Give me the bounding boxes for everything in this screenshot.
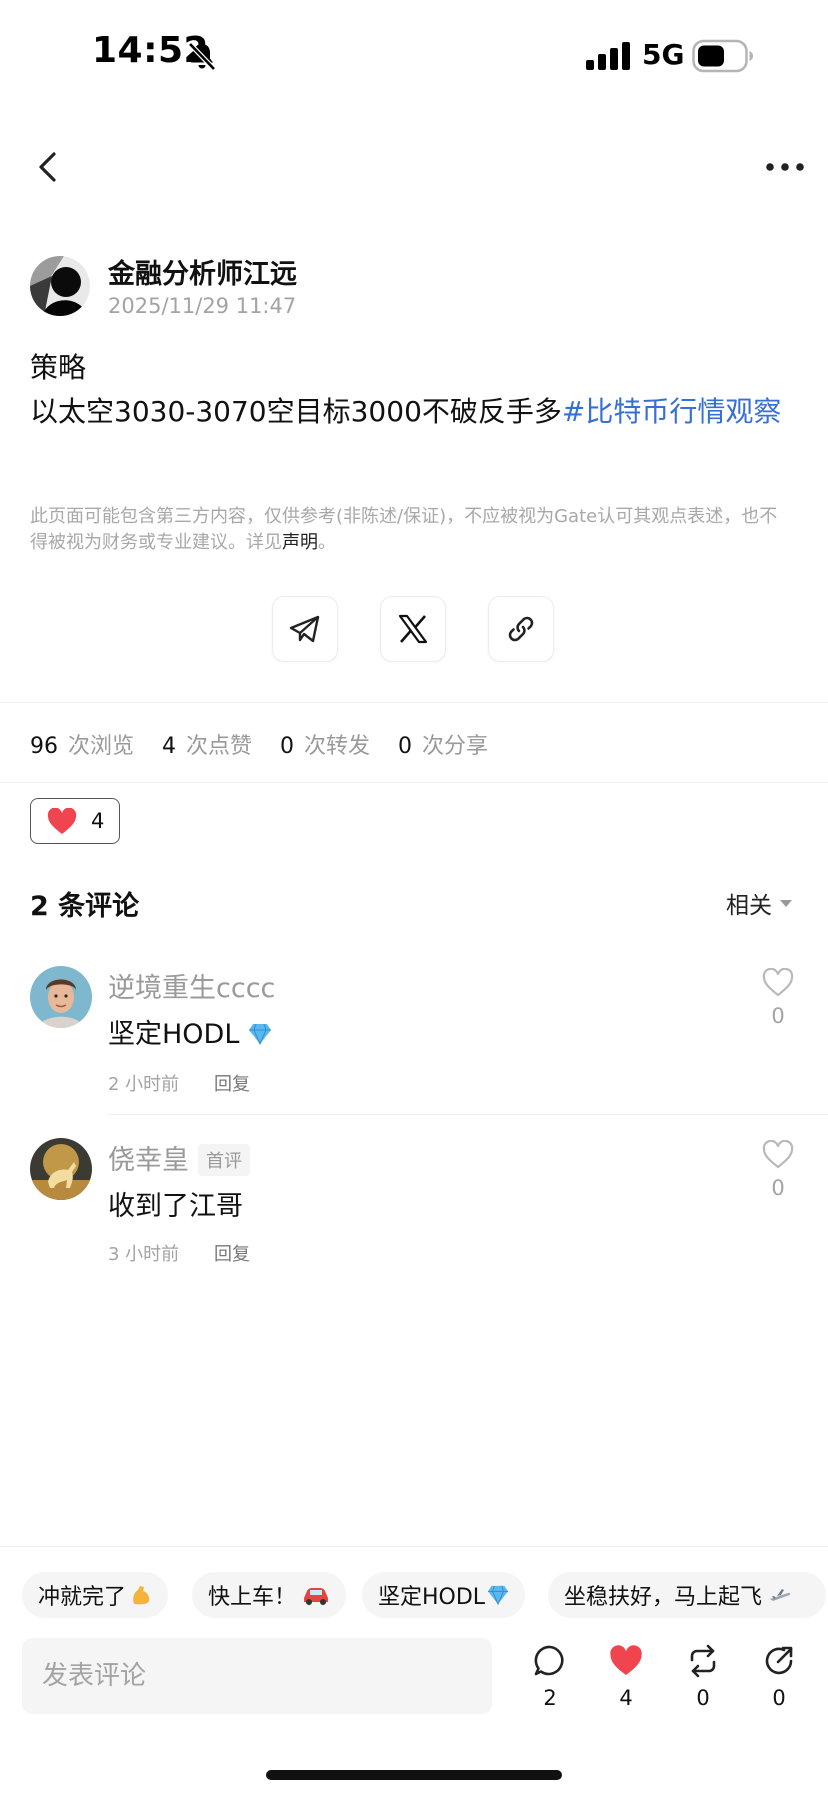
comment-time: 3 小时前 <box>108 1244 180 1265</box>
quick-reply-label: 坐稳扶好，马上起飞 <box>564 1585 763 1610</box>
heart-icon <box>47 807 77 834</box>
post-timestamp: 2025/11/29 11:47 <box>108 294 297 318</box>
gem-emoji-icon <box>248 1023 271 1046</box>
mute-bell-icon <box>188 42 216 71</box>
post-line-2: 以太空3030-3070空目标3000不破反手多 <box>30 395 562 428</box>
reposts-label: 次转发 <box>304 734 371 759</box>
quick-reply-label: 坚定HODL <box>378 1585 486 1610</box>
divider <box>0 702 828 703</box>
reply-button[interactable]: 回复 <box>214 1070 250 1096</box>
commenter-avatar[interactable] <box>30 1138 92 1200</box>
comment-text: 收到了江哥 <box>108 1191 243 1222</box>
comment-like-count: 0 <box>771 1004 785 1028</box>
reposts-count: 0 <box>280 734 295 759</box>
more-options-icon[interactable] <box>762 154 808 180</box>
airplane-emoji-icon <box>770 1589 791 1601</box>
quick-reply-chip[interactable]: 坐稳扶好，马上起飞 <box>548 1572 826 1618</box>
quick-reply-label: 快上车！ <box>208 1585 297 1610</box>
comment-input[interactable] <box>22 1638 492 1714</box>
comment-text: 坚定HODL <box>108 1012 272 1051</box>
like-count: 4 <box>619 1686 633 1710</box>
first-comment-badge: 首评 <box>198 1144 250 1176</box>
post-content: 策略 以太空3030-3070空目标3000不破反手多#比特币行情观察 <box>30 346 790 434</box>
comments-title: 2 条评论 <box>30 891 140 922</box>
repost-icon[interactable] <box>686 1644 720 1678</box>
sort-label: 相关 <box>726 893 772 919</box>
car-emoji-icon <box>304 1588 329 1605</box>
reply-button[interactable]: 回复 <box>214 1240 250 1266</box>
cellular-signal-icon <box>586 42 630 70</box>
telegram-icon <box>289 615 320 643</box>
divider <box>0 1546 828 1547</box>
comment-icon[interactable] <box>533 1644 567 1678</box>
quick-reply-chip[interactable]: 坚定HODL <box>362 1572 526 1618</box>
share-count: 0 <box>772 1686 786 1710</box>
disclaimer: 此页面可能包含第三方内容，仅供参考(非陈述/保证)，不应被视为Gate认可其观点… <box>30 504 790 556</box>
comment-like-icon[interactable] <box>762 968 794 998</box>
author-name[interactable]: 金融分析师江远 <box>108 252 297 291</box>
reaction-count: 4 <box>91 809 105 833</box>
comment-time: 2 小时前 <box>108 1074 180 1095</box>
shares-label: 次分享 <box>422 734 489 759</box>
caret-down-icon <box>780 899 792 907</box>
comment-count: 2 <box>543 1686 557 1710</box>
quick-reply-label: 冲就完了 <box>38 1585 127 1610</box>
post-stats: 96 次浏览 4 次点赞 0 次转发 0 次分享 <box>30 728 516 760</box>
share-telegram-button[interactable] <box>272 596 338 662</box>
copy-link-button[interactable] <box>488 596 554 662</box>
quick-reply-chip[interactable]: 快上车！ <box>192 1572 347 1618</box>
comment-like-count: 0 <box>771 1176 785 1200</box>
repost-count: 0 <box>696 1686 710 1710</box>
home-indicator <box>266 1770 562 1780</box>
likes-count: 4 <box>162 734 177 759</box>
disclaimer-end: 。 <box>318 532 336 553</box>
hashtag-link[interactable]: #比特币行情观察 <box>562 395 781 428</box>
link-icon <box>508 616 534 642</box>
disclaimer-text: 此页面可能包含第三方内容，仅供参考(非陈述/保证)，不应被视为Gate认可其观点… <box>30 506 778 553</box>
views-label: 次浏览 <box>68 734 135 759</box>
like-heart-icon[interactable] <box>609 1644 643 1678</box>
comment-divider <box>108 1114 828 1115</box>
commenter-name[interactable]: 侥幸皇 <box>108 1138 189 1177</box>
back-icon[interactable] <box>32 150 64 184</box>
views-count: 96 <box>30 734 58 759</box>
shares-count: 0 <box>398 734 413 759</box>
commenter-name[interactable]: 逆境重生cccc <box>108 966 275 1005</box>
x-icon <box>398 614 428 644</box>
post-line-1: 策略 <box>30 351 87 384</box>
comment-text-body: 坚定HODL <box>108 1019 240 1050</box>
network-type: 5G <box>642 38 685 71</box>
disclaimer-link[interactable]: 声明 <box>282 532 318 553</box>
share-icon[interactable] <box>762 1644 796 1678</box>
heart-reaction-chip[interactable]: 4 <box>30 798 120 844</box>
author-avatar[interactable] <box>30 256 90 316</box>
share-x-button[interactable] <box>380 596 446 662</box>
likes-label: 次点赞 <box>186 734 253 759</box>
battery-icon <box>692 39 753 73</box>
sort-dropdown[interactable]: 相关 <box>726 886 792 920</box>
gem-emoji-icon <box>488 1585 509 1605</box>
comment-like-icon[interactable] <box>762 1140 794 1170</box>
commenter-avatar[interactable] <box>30 966 92 1028</box>
quick-reply-chip[interactable]: 冲就完了 <box>22 1572 169 1618</box>
divider <box>0 782 828 783</box>
flexed-biceps-emoji-icon <box>133 1586 150 1605</box>
